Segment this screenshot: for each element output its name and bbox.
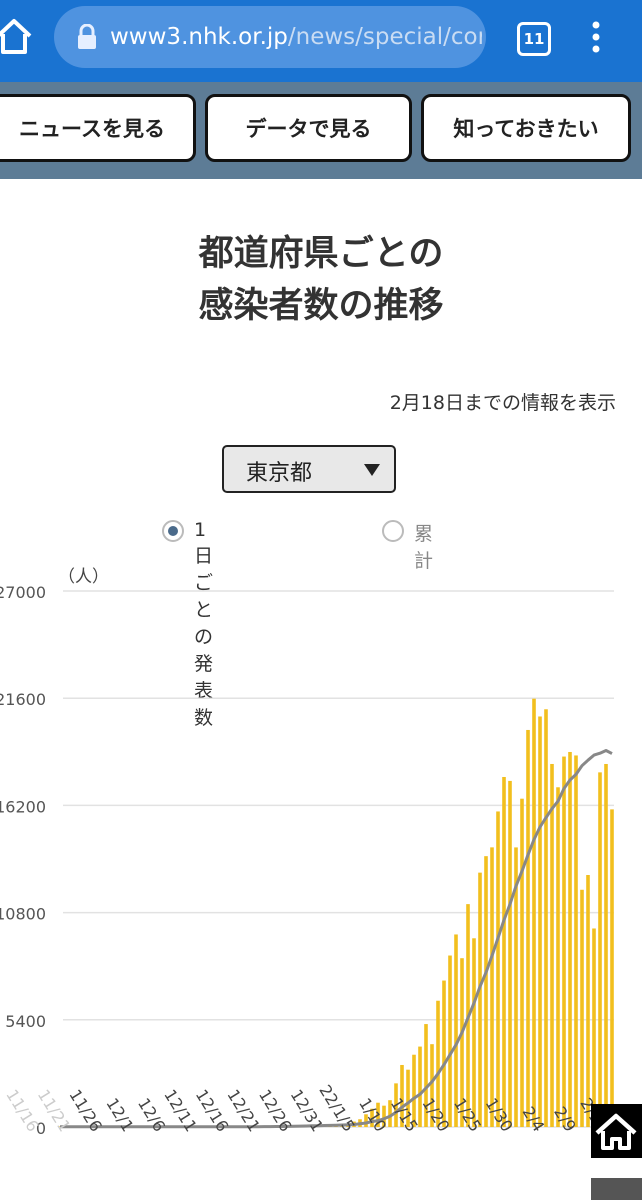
- bar: [562, 756, 566, 1127]
- bar: [550, 763, 554, 1127]
- dropdown-arrow-icon: [364, 464, 380, 476]
- lock-icon: [78, 24, 96, 49]
- url-path: /news/special/coronavirus/: [287, 24, 482, 50]
- bar: [544, 709, 548, 1127]
- y-tick-label: 5400: [5, 1012, 46, 1031]
- y-tick-label: 27000: [0, 583, 46, 602]
- x-tick-label: 1/10: [355, 1095, 390, 1136]
- x-tick-label: 12/1: [102, 1095, 137, 1136]
- bar: [454, 934, 458, 1127]
- address-bar[interactable]: www3.nhk.or.jp/news/special/coronavirus/: [54, 6, 486, 68]
- bar: [610, 809, 614, 1127]
- page-title-line1: 都道府県ごとの: [198, 234, 444, 274]
- prefecture-select-value: 東京都: [246, 461, 313, 486]
- url-text: www3.nhk.or.jp/news/special/coronavirus/: [110, 22, 482, 52]
- y-tick-label: 10800: [0, 905, 46, 924]
- bar: [418, 1046, 422, 1127]
- page-title-line2: 感染者数の推移: [198, 286, 444, 326]
- bar: [598, 772, 602, 1127]
- bar: [604, 763, 608, 1127]
- bar: [580, 889, 584, 1127]
- chart-grid: [63, 590, 614, 1128]
- bar: [586, 875, 590, 1127]
- nav-news-button[interactable]: ニュースを見る: [0, 94, 196, 162]
- bar: [526, 729, 530, 1127]
- bar: [520, 798, 524, 1127]
- page-title: 都道府県ごとの 感染者数の推移: [0, 228, 642, 332]
- url-host: www3.nhk.or.jp: [110, 24, 288, 50]
- radio-selected-dot: [168, 526, 178, 536]
- bar: [508, 780, 512, 1127]
- secondary-float-button[interactable]: [591, 1178, 642, 1200]
- bar: [448, 955, 452, 1127]
- data-date-info: 2月18日までの情報を表示: [389, 392, 616, 414]
- home-icon: [595, 1113, 637, 1150]
- y-tick-label: 16200: [0, 797, 46, 816]
- bar: [478, 872, 482, 1127]
- bar: [538, 716, 542, 1127]
- browser-toolbar: www3.nhk.or.jp/news/special/coronavirus/…: [0, 0, 642, 82]
- radio-cumulative[interactable]: [382, 520, 404, 542]
- daily-cases-chart: 0540010800162002160027000 （人） 11/1611/21…: [0, 567, 642, 1200]
- bar: [532, 698, 536, 1127]
- home-icon[interactable]: [0, 16, 34, 56]
- y-axis-unit: （人）: [58, 567, 109, 587]
- bar: [502, 776, 506, 1127]
- bar: [490, 847, 494, 1127]
- tab-switcher-button[interactable]: 11: [517, 22, 551, 56]
- next-chart-edge: [0, 1195, 642, 1200]
- bar: [484, 856, 488, 1127]
- more-menu-icon[interactable]: [588, 20, 604, 54]
- bar: [442, 980, 446, 1127]
- bar: [568, 751, 572, 1127]
- bar: [574, 755, 578, 1127]
- y-tick-label: 21600: [0, 690, 46, 709]
- bar: [472, 938, 476, 1127]
- y-axis-labels: 0540010800162002160027000: [0, 583, 46, 1138]
- back-to-top-button[interactable]: [591, 1104, 642, 1158]
- nav-data-button[interactable]: データで見る: [205, 94, 412, 162]
- radio-daily[interactable]: [162, 520, 184, 542]
- prefecture-select[interactable]: 東京都: [222, 445, 396, 493]
- bar: [556, 787, 560, 1127]
- bar: [496, 811, 500, 1127]
- nav-knowledge-button[interactable]: 知っておきたい: [421, 94, 631, 162]
- site-nav: ニュースを見る データで見る 知っておきたい: [0, 82, 642, 179]
